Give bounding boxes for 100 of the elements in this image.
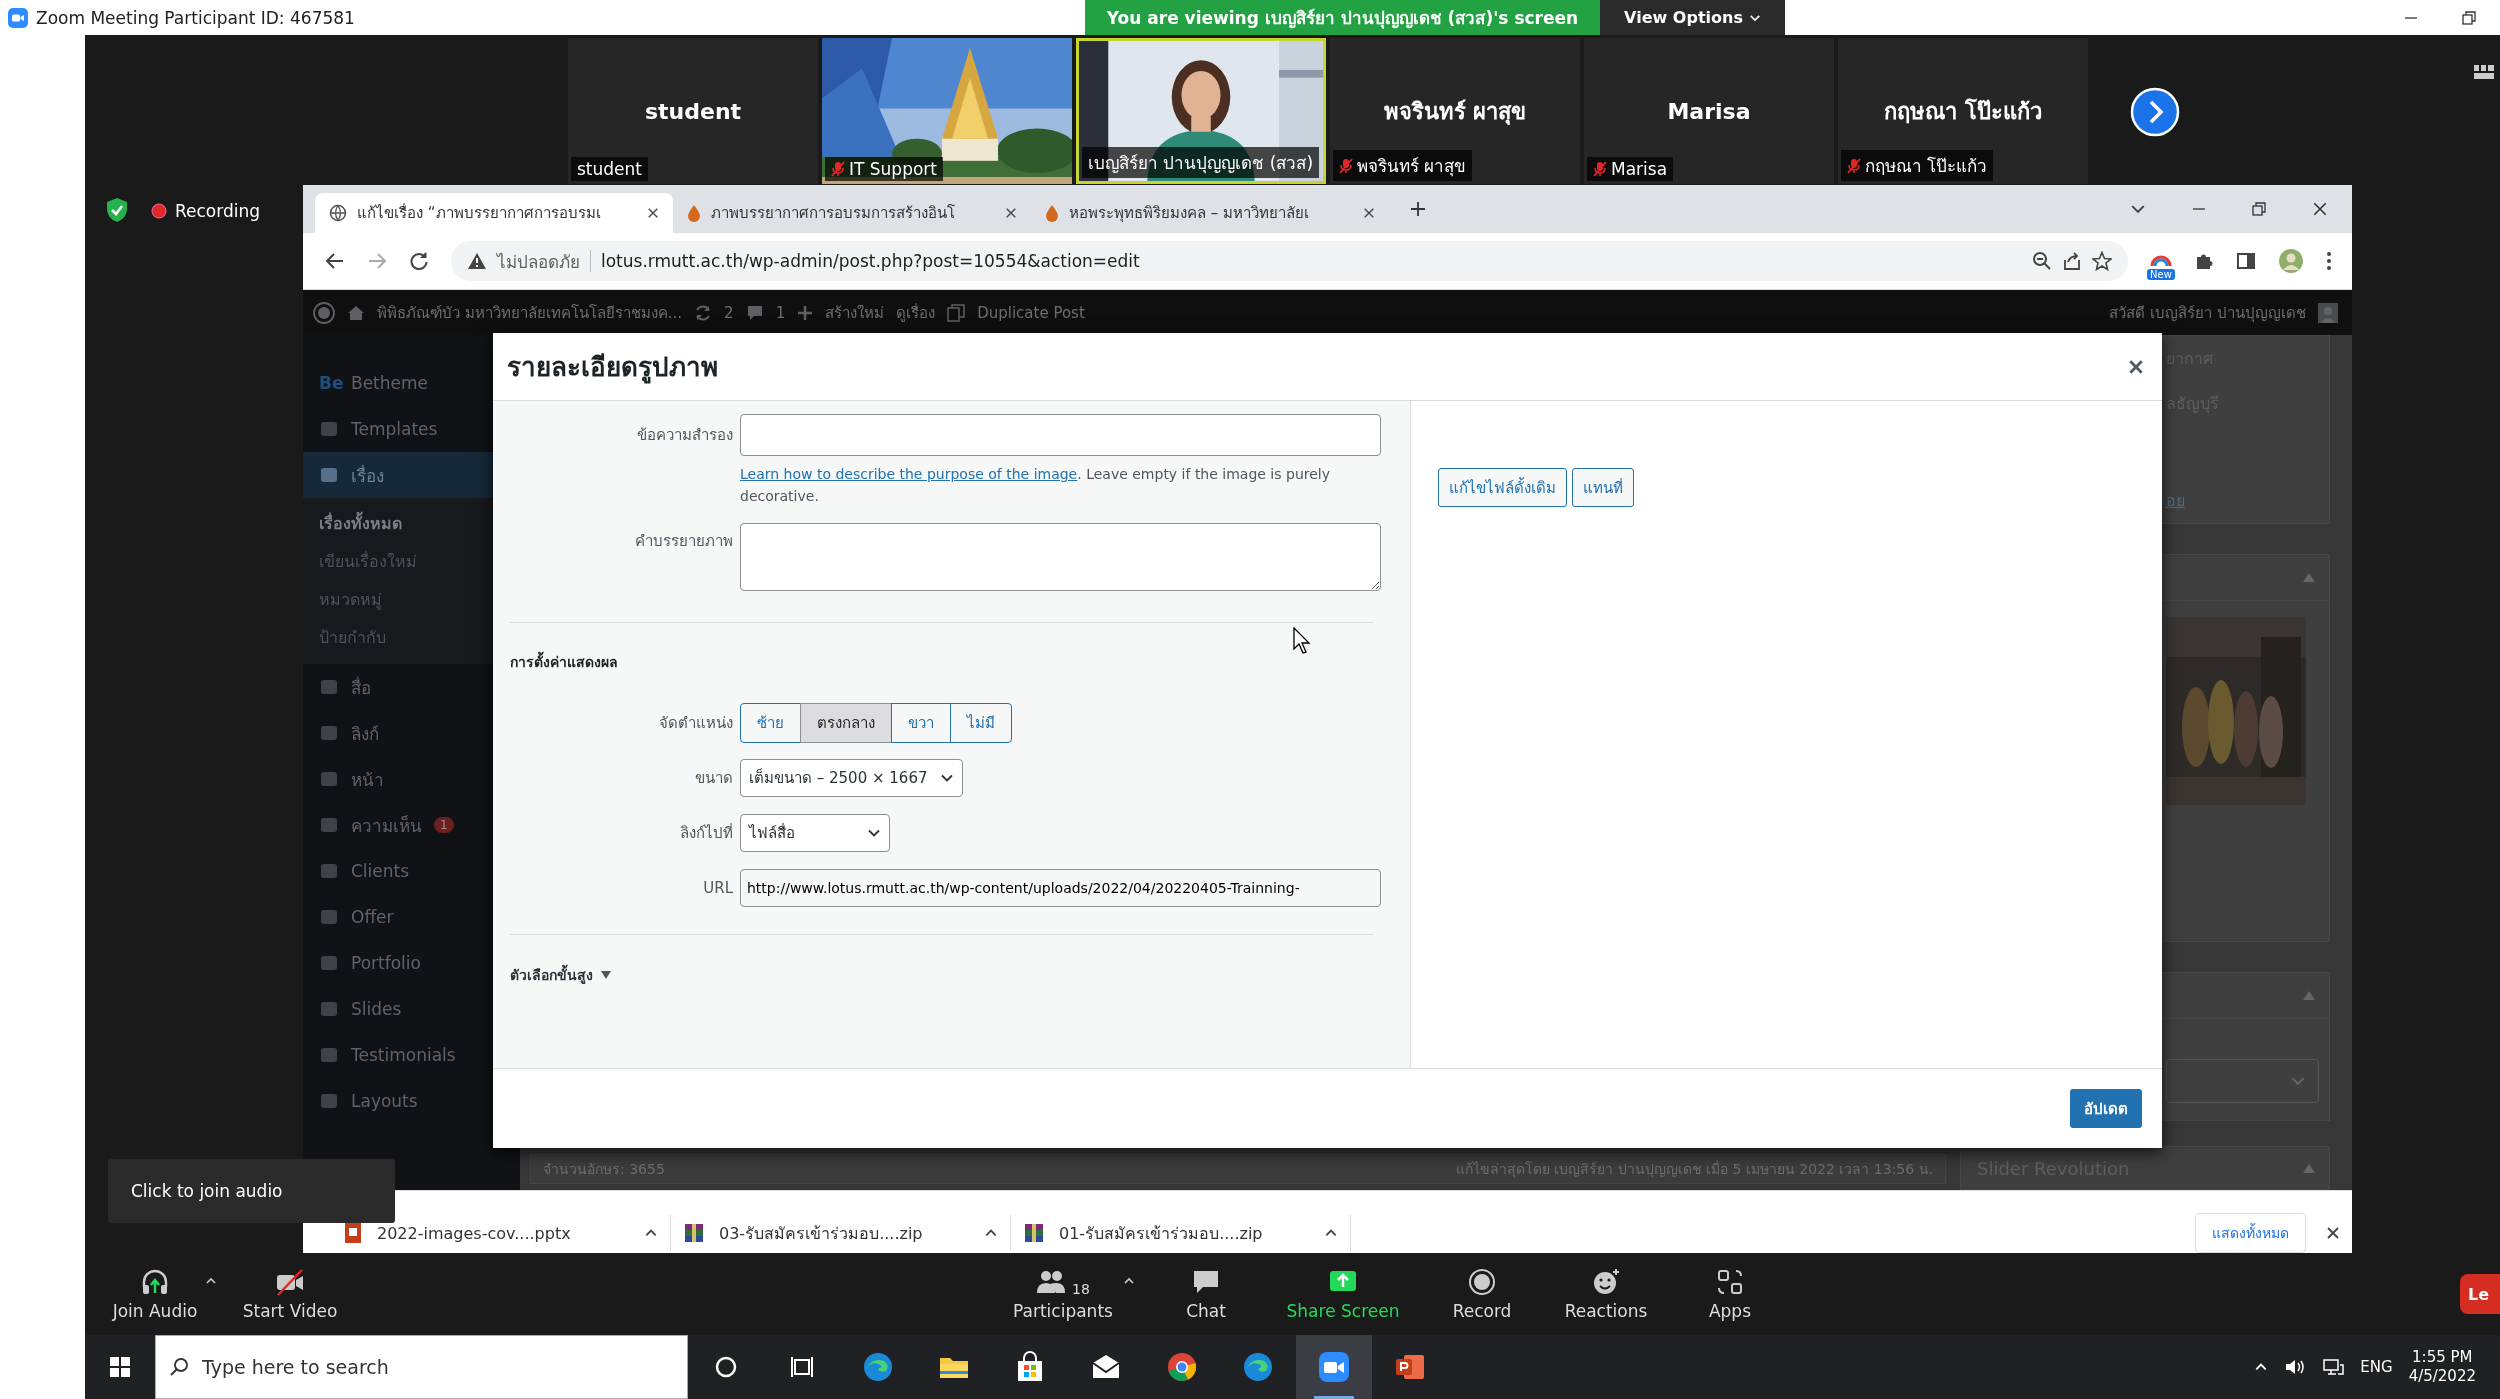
camera-off-icon <box>275 1267 305 1297</box>
participant-tile[interactable]: IT Support <box>822 38 1072 184</box>
browser-tab[interactable]: แก้ไขเรื่อง “ภาพบรรยากาศการอบรมเ <box>315 193 673 233</box>
sidebar-item[interactable]: Clients <box>303 848 520 894</box>
site-link[interactable]: พิพิธภัณฑ์บัว มหาวิทยาลัยเทคโนโลยีราชมงค... <box>377 300 683 325</box>
participant-name: กฤษณา โป๊ะแก้ว <box>1884 97 2042 126</box>
home-icon[interactable] <box>347 303 365 322</box>
sidebar-item[interactable]: Templates <box>303 406 520 452</box>
grid-icon[interactable] <box>2474 65 2494 79</box>
refresh-icon[interactable] <box>694 303 713 322</box>
clock[interactable]: 1:55 PM 4/5/2022 <box>2408 1347 2476 1387</box>
participant-name: พจรินทร์ ผาสุข <box>1383 97 1527 127</box>
toolbar-button[interactable]: Record <box>1437 1267 1527 1321</box>
size-select[interactable]: เต็มขนาด – 2500 × 1667 <box>740 759 963 798</box>
new-link[interactable]: สร้างใหม่ <box>825 300 885 325</box>
more-icon[interactable] <box>2326 251 2332 271</box>
duplicate-link[interactable]: Duplicate Post <box>977 303 1085 322</box>
participant-tile[interactable]: Marisa Marisa <box>1584 38 1834 184</box>
toolbar-button[interactable]: Chat <box>1166 1267 1246 1321</box>
square-icon <box>319 815 339 835</box>
advanced-options-toggle[interactable]: ตัวเลือกขั้นสูง <box>493 964 1410 987</box>
square-icon <box>319 999 339 1019</box>
toolbar-button[interactable]: Start Video <box>235 1267 345 1321</box>
download-item[interactable]: 01-รับสมัครเข้าร่วมอบ....zip <box>1011 1215 1351 1251</box>
field-label: ขนาด <box>694 768 733 790</box>
side-panel-icon[interactable] <box>2236 251 2256 271</box>
muted-mic-icon <box>1847 157 1861 174</box>
input-language[interactable]: ENG <box>2360 1358 2393 1376</box>
dialog-title: รายละเอียดรูปภาพ <box>507 351 718 386</box>
caption-field[interactable] <box>740 523 1381 592</box>
circle-icon[interactable] <box>713 1354 739 1380</box>
update-button[interactable]: อัปเดต <box>2070 1089 2142 1128</box>
sidebar-item[interactable]: Testimonials <box>303 1032 520 1078</box>
alignment-option[interactable]: ตรงกลาง <box>800 703 892 744</box>
back-arrow-icon[interactable] <box>325 251 345 271</box>
url-field[interactable]: http://www.lotus.rmutt.ac.th/wp-content/uploads/2022/04/20220405-Trainning- <box>740 869 1381 908</box>
square-icon <box>319 953 339 973</box>
close-icon[interactable] <box>2326 1226 2340 1240</box>
alt-text-field[interactable] <box>740 414 1381 456</box>
view-link[interactable]: ดูเรื่อง <box>896 300 936 325</box>
star-icon[interactable] <box>2092 251 2112 271</box>
share-icon[interactable] <box>2062 251 2082 271</box>
participant-tile[interactable]: พจรินทร์ ผาสุข พจรินทร์ ผาสุข <box>1330 38 1580 184</box>
file-action-button[interactable]: แทนที่ <box>1572 468 1634 507</box>
comment-count[interactable]: 1 <box>775 303 786 322</box>
sidebar-item[interactable]: Layouts <box>303 1078 520 1124</box>
browser-tab[interactable]: หอพระพุทธพิริยมงคล – มหาวิทยาลัยเ <box>1031 193 1389 233</box>
alignment-option[interactable]: ไม่มี <box>950 703 1012 744</box>
user-avatar-icon[interactable] <box>2318 302 2338 323</box>
close-icon[interactable] <box>1005 207 1017 219</box>
participant-tile[interactable]: student student <box>568 38 818 184</box>
sidebar-item[interactable]: Offer <box>303 894 520 940</box>
browser-tab[interactable]: ภาพบรรยากาศการอบรมการสร้างอินโ <box>673 193 1031 233</box>
zoom-lens-icon[interactable] <box>2032 251 2052 271</box>
view-options-button[interactable]: View Options <box>1600 0 1785 35</box>
toolbar-button[interactable]: Join Audio <box>105 1267 205 1321</box>
address-bar[interactable]: ไม่ปลอดภัย lotus.rmutt.ac.th/wp-admin/post.php?post=10554&action=edit <box>451 241 2128 281</box>
download-item[interactable]: 03-รับสมัครเข้าร่วมอบ....zip <box>671 1215 1011 1251</box>
show-all-button[interactable]: แสดงทั้งหมด <box>2195 1213 2306 1253</box>
toolbar-button[interactable]: 18 Participants <box>1003 1267 1123 1321</box>
windows-logo-icon[interactable] <box>110 1357 130 1377</box>
close-icon[interactable] <box>2128 358 2144 375</box>
sharing-banner: You are viewing เบญสิร์ยา ปานปุญญเดช (สวส)'s screen <box>1085 0 1600 35</box>
sidebar-item[interactable]: Slides <box>303 986 520 1032</box>
network-icon[interactable] <box>2322 1357 2345 1377</box>
wave-circle-icon[interactable] <box>1242 1351 1274 1383</box>
sidebar-item[interactable]: หน้า <box>303 756 520 802</box>
alignment-option[interactable]: ซ้าย <box>740 703 801 744</box>
task-view-icon[interactable] <box>789 1354 815 1380</box>
participant-label: พจรินทร์ ผาสุข <box>1333 150 1473 181</box>
greeting[interactable]: สวัสดี เบญสิร์ยา ปานปุญญเดช <box>2109 300 2306 325</box>
leave-button[interactable]: Le <box>2460 1274 2500 1314</box>
file-action-button[interactable]: แก้ไขไฟล์ดั้งเดิม <box>1438 468 1567 507</box>
slides-file-icon <box>343 1222 363 1244</box>
field-label: ลิงก์ไปที่ <box>679 822 733 845</box>
sidebar-item[interactable]: ลิงก์ <box>303 710 520 756</box>
participant-tile[interactable]: เบญสิร์ยา ปานปุญญเดช (สวส) <box>1076 38 1326 184</box>
toolbar-button[interactable]: Share Screen <box>1283 1267 1403 1321</box>
sidebar-item[interactable]: ความเห็น 1 <box>303 802 520 848</box>
help-link[interactable]: Learn how to describe the purpose of the image <box>740 466 1078 482</box>
video-camera-icon[interactable] <box>1318 1351 1350 1383</box>
update-count[interactable]: 2 <box>724 303 734 322</box>
restore-icon[interactable] <box>2462 10 2476 25</box>
restore-icon[interactable] <box>2252 202 2266 216</box>
close-icon[interactable] <box>1363 207 1375 219</box>
toolbar-button[interactable]: Apps <box>1695 1267 1765 1321</box>
close-icon[interactable] <box>2312 201 2328 217</box>
close-icon[interactable] <box>647 207 659 219</box>
participant-tile[interactable]: กฤษณา โป๊ะแก้ว กฤษณา โป๊ะแก้ว <box>1838 38 2088 184</box>
comment-icon[interactable] <box>745 303 764 322</box>
speaker-icon[interactable] <box>2284 1357 2307 1377</box>
toolbar-button[interactable]: Reactions <box>1556 1267 1656 1321</box>
copy-icon[interactable] <box>947 303 966 322</box>
taskbar-search-field[interactable]: Type here to search <box>155 1335 688 1399</box>
plus-icon[interactable] <box>1409 200 1427 218</box>
link-select[interactable]: ไฟล์สื่อ <box>740 814 890 853</box>
wave-circle-icon[interactable] <box>862 1351 894 1383</box>
reload-icon[interactable] <box>409 251 429 271</box>
alignment-option[interactable]: ขวา <box>891 703 951 744</box>
square-icon <box>319 861 339 881</box>
